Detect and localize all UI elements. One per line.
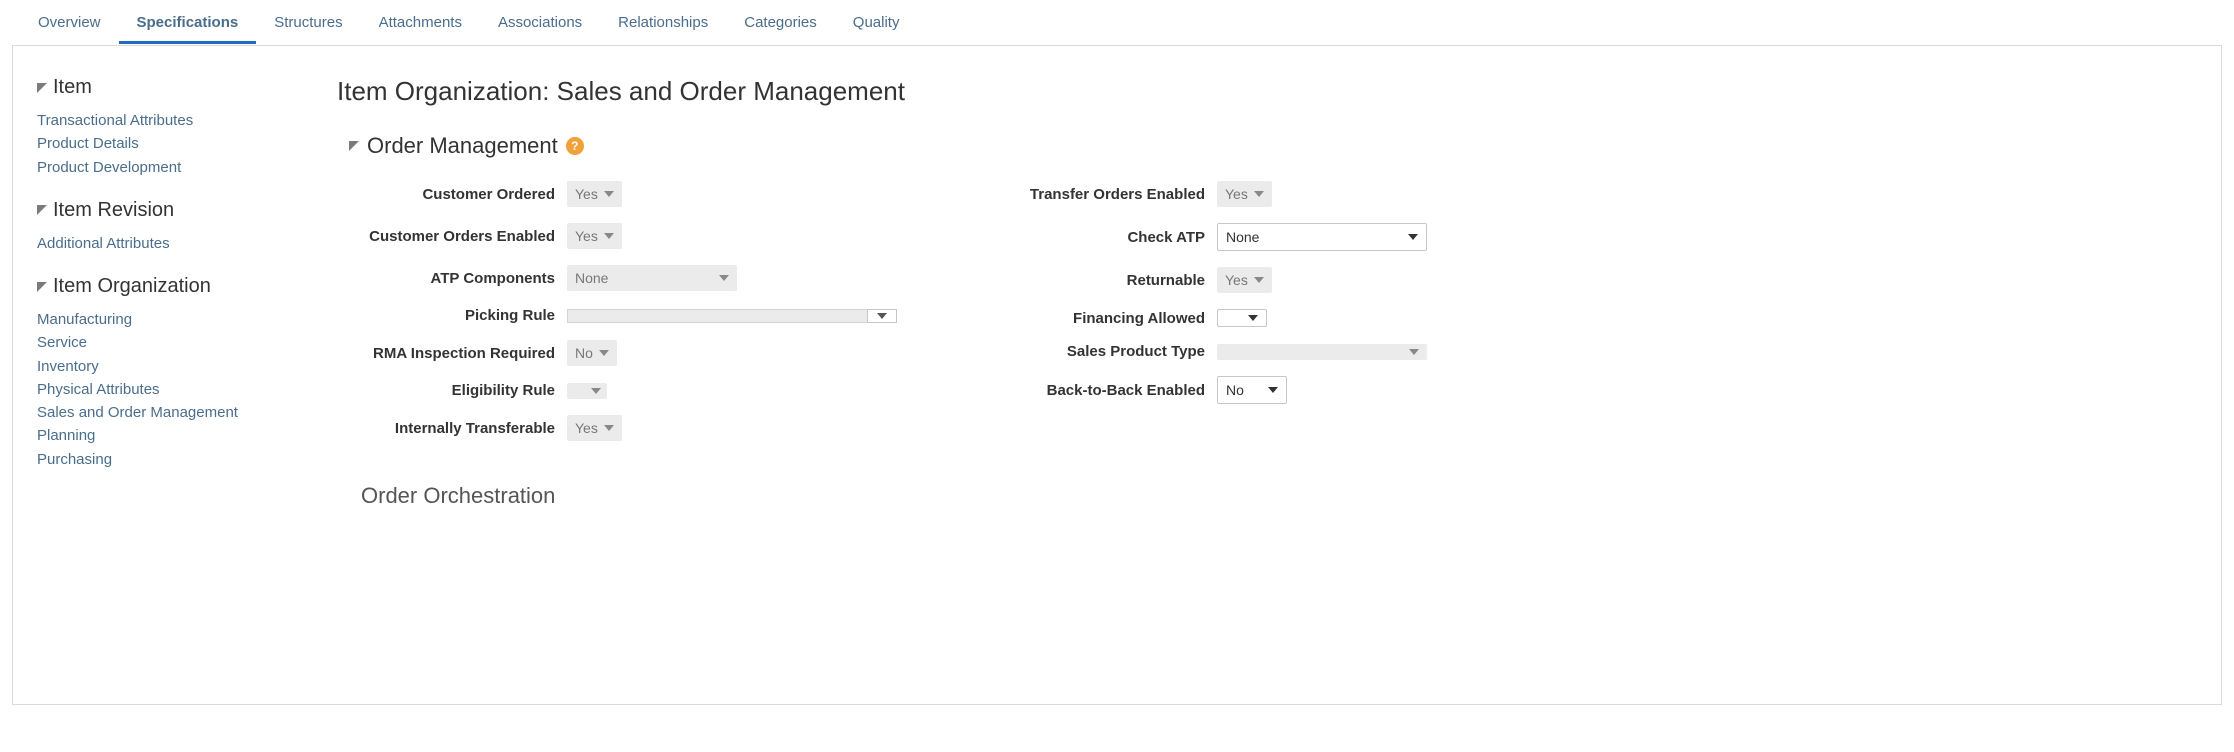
tab-specifications[interactable]: Specifications [119, 0, 257, 44]
label-internally-transferable: Internally Transferable [357, 420, 567, 437]
sidebar-item-service[interactable]: Service [37, 331, 297, 354]
select-internally-transferable[interactable]: Yes [567, 415, 622, 441]
select-financing-allowed[interactable] [1217, 309, 1267, 327]
collapse-icon [349, 141, 359, 151]
sidebar-group-label: Item Organization [53, 275, 211, 298]
select-transfer-orders-enabled[interactable]: Yes [1217, 181, 1272, 207]
main-content: Item Organization: Sales and Order Manag… [337, 70, 2197, 509]
sidebar-item-product-details[interactable]: Product Details [37, 132, 297, 155]
label-atp-components: ATP Components [357, 270, 567, 287]
chevron-down-icon [1268, 387, 1278, 393]
section-order-management[interactable]: Order Management ? [349, 133, 2197, 159]
chevron-down-icon [1248, 315, 1258, 321]
collapse-icon [37, 205, 47, 215]
chevron-down-icon [1409, 349, 1419, 355]
label-transfer-orders-enabled: Transfer Orders Enabled [977, 186, 1217, 203]
select-customer-ordered[interactable]: Yes [567, 181, 622, 207]
page-title: Item Organization: Sales and Order Manag… [337, 76, 2197, 107]
select-customer-orders-enabled[interactable]: Yes [567, 223, 622, 249]
section-label: Order Management [367, 133, 558, 159]
select-eligibility-rule[interactable] [567, 383, 607, 399]
form-column-left: Customer Ordered Yes Customer Orders Ena… [357, 181, 917, 457]
select-value: Yes [575, 420, 598, 436]
sidebar: Item Transactional Attributes Product De… [37, 70, 297, 509]
sidebar-item-inventory[interactable]: Inventory [37, 355, 297, 378]
sidebar-group-item-organization[interactable]: Item Organization [37, 275, 297, 298]
sidebar-item-physical-attributes[interactable]: Physical Attributes [37, 378, 297, 401]
sidebar-item-transactional-attributes[interactable]: Transactional Attributes [37, 109, 297, 132]
combo-picking-rule[interactable] [567, 309, 897, 323]
tab-overview[interactable]: Overview [20, 0, 119, 44]
chevron-down-icon [604, 191, 614, 197]
label-back-to-back: Back-to-Back Enabled [977, 382, 1217, 399]
chevron-down-icon [1408, 234, 1418, 240]
chevron-down-icon [604, 233, 614, 239]
combo-input[interactable] [567, 309, 867, 323]
chevron-down-icon [1254, 191, 1264, 197]
sidebar-group-item[interactable]: Item [37, 76, 297, 99]
label-check-atp: Check ATP [977, 229, 1217, 246]
chevron-down-icon [599, 350, 609, 356]
select-check-atp[interactable]: None [1217, 223, 1427, 251]
sidebar-item-additional-attributes[interactable]: Additional Attributes [37, 232, 297, 255]
select-value: Yes [575, 186, 598, 202]
select-value: Yes [575, 228, 598, 244]
chevron-down-icon [1254, 277, 1264, 283]
content-frame: Item Transactional Attributes Product De… [12, 45, 2222, 705]
chevron-down-icon [604, 425, 614, 431]
label-financing-allowed: Financing Allowed [977, 310, 1217, 327]
form-column-right: Transfer Orders Enabled Yes Check ATP No… [977, 181, 1537, 457]
collapse-icon [37, 282, 47, 292]
sidebar-item-product-development[interactable]: Product Development [37, 156, 297, 179]
select-returnable[interactable]: Yes [1217, 267, 1272, 293]
sidebar-item-planning[interactable]: Planning [37, 424, 297, 447]
sidebar-group-item-revision[interactable]: Item Revision [37, 199, 297, 222]
select-atp-components[interactable]: None [567, 265, 737, 291]
label-customer-orders-enabled: Customer Orders Enabled [357, 228, 567, 245]
chevron-down-icon [877, 313, 887, 319]
sidebar-item-purchasing[interactable]: Purchasing [37, 448, 297, 471]
label-sales-product-type: Sales Product Type [977, 343, 1217, 360]
section-order-orchestration: Order Orchestration [361, 483, 2197, 509]
tab-attachments[interactable]: Attachments [361, 0, 480, 44]
combo-dropdown-button[interactable] [867, 309, 897, 323]
select-value: Yes [1225, 272, 1248, 288]
tab-associations[interactable]: Associations [480, 0, 600, 44]
sidebar-group-label: Item [53, 76, 92, 99]
label-returnable: Returnable [977, 272, 1217, 289]
select-rma-inspection[interactable]: No [567, 340, 617, 366]
label-picking-rule: Picking Rule [357, 307, 567, 324]
select-value: None [1226, 229, 1259, 245]
select-back-to-back[interactable]: No [1217, 376, 1287, 404]
collapse-icon [37, 83, 47, 93]
select-value: No [1226, 382, 1244, 398]
tab-quality[interactable]: Quality [835, 0, 918, 44]
select-value: Yes [1225, 186, 1248, 202]
sidebar-item-sales-order-mgmt[interactable]: Sales and Order Management [37, 401, 297, 424]
label-customer-ordered: Customer Ordered [357, 186, 567, 203]
label-rma-inspection: RMA Inspection Required [357, 345, 567, 362]
label-eligibility-rule: Eligibility Rule [357, 382, 567, 399]
chevron-down-icon [591, 388, 601, 394]
tab-categories[interactable]: Categories [726, 0, 835, 44]
tab-structures[interactable]: Structures [256, 0, 360, 44]
select-value: No [575, 345, 593, 361]
sidebar-group-label: Item Revision [53, 199, 174, 222]
tab-bar: Overview Specifications Structures Attac… [0, 0, 2234, 45]
select-sales-product-type[interactable] [1217, 344, 1427, 360]
help-icon[interactable]: ? [566, 137, 584, 155]
sidebar-item-manufacturing[interactable]: Manufacturing [37, 308, 297, 331]
tab-relationships[interactable]: Relationships [600, 0, 726, 44]
chevron-down-icon [719, 275, 729, 281]
select-value: None [575, 270, 608, 286]
